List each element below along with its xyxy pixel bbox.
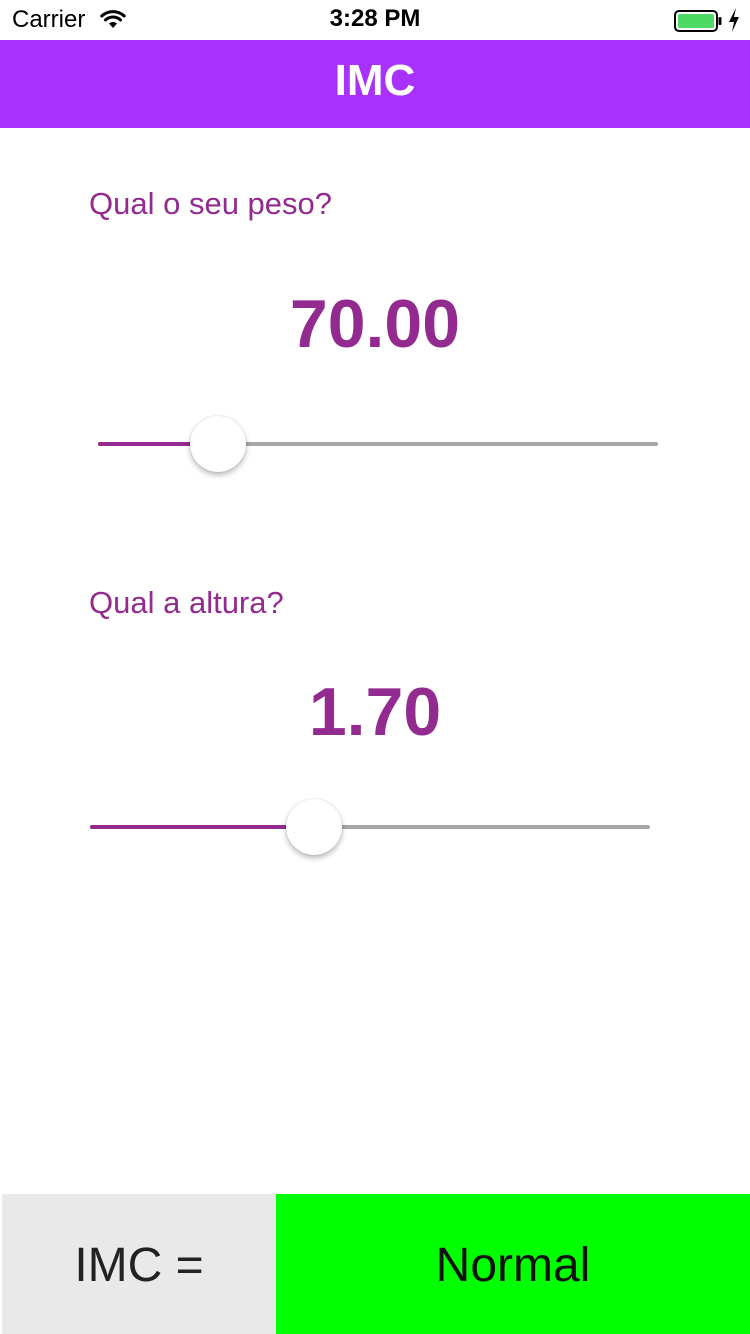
charging-icon <box>729 8 739 32</box>
clock: 3:28 PM <box>329 5 421 32</box>
height-slider-fill <box>90 825 314 829</box>
weight-slider[interactable] <box>98 414 658 474</box>
result-label-panel: IMC = <box>2 1194 276 1334</box>
height-slider-thumb[interactable] <box>286 799 342 855</box>
weight-slider-thumb[interactable] <box>190 416 247 472</box>
height-question-label: Qual a altura? <box>89 585 284 620</box>
screen: Carrier 3:28 PM IMC Qual o seu peso? 70.… <box>0 0 750 1334</box>
weight-value: 70.00 <box>289 286 461 362</box>
battery-icon <box>674 10 722 32</box>
page-title: IMC <box>334 56 416 105</box>
result-label: IMC = <box>74 1239 204 1292</box>
result-status-panel: Normal <box>276 1194 750 1334</box>
height-value: 1.70 <box>308 674 442 750</box>
status-bar: Carrier 3:28 PM <box>0 0 750 40</box>
result-status: Normal <box>435 1239 591 1292</box>
height-slider[interactable] <box>90 797 650 857</box>
nav-bar: IMC <box>0 40 750 128</box>
weight-question-label: Qual o seu peso? <box>89 186 333 221</box>
